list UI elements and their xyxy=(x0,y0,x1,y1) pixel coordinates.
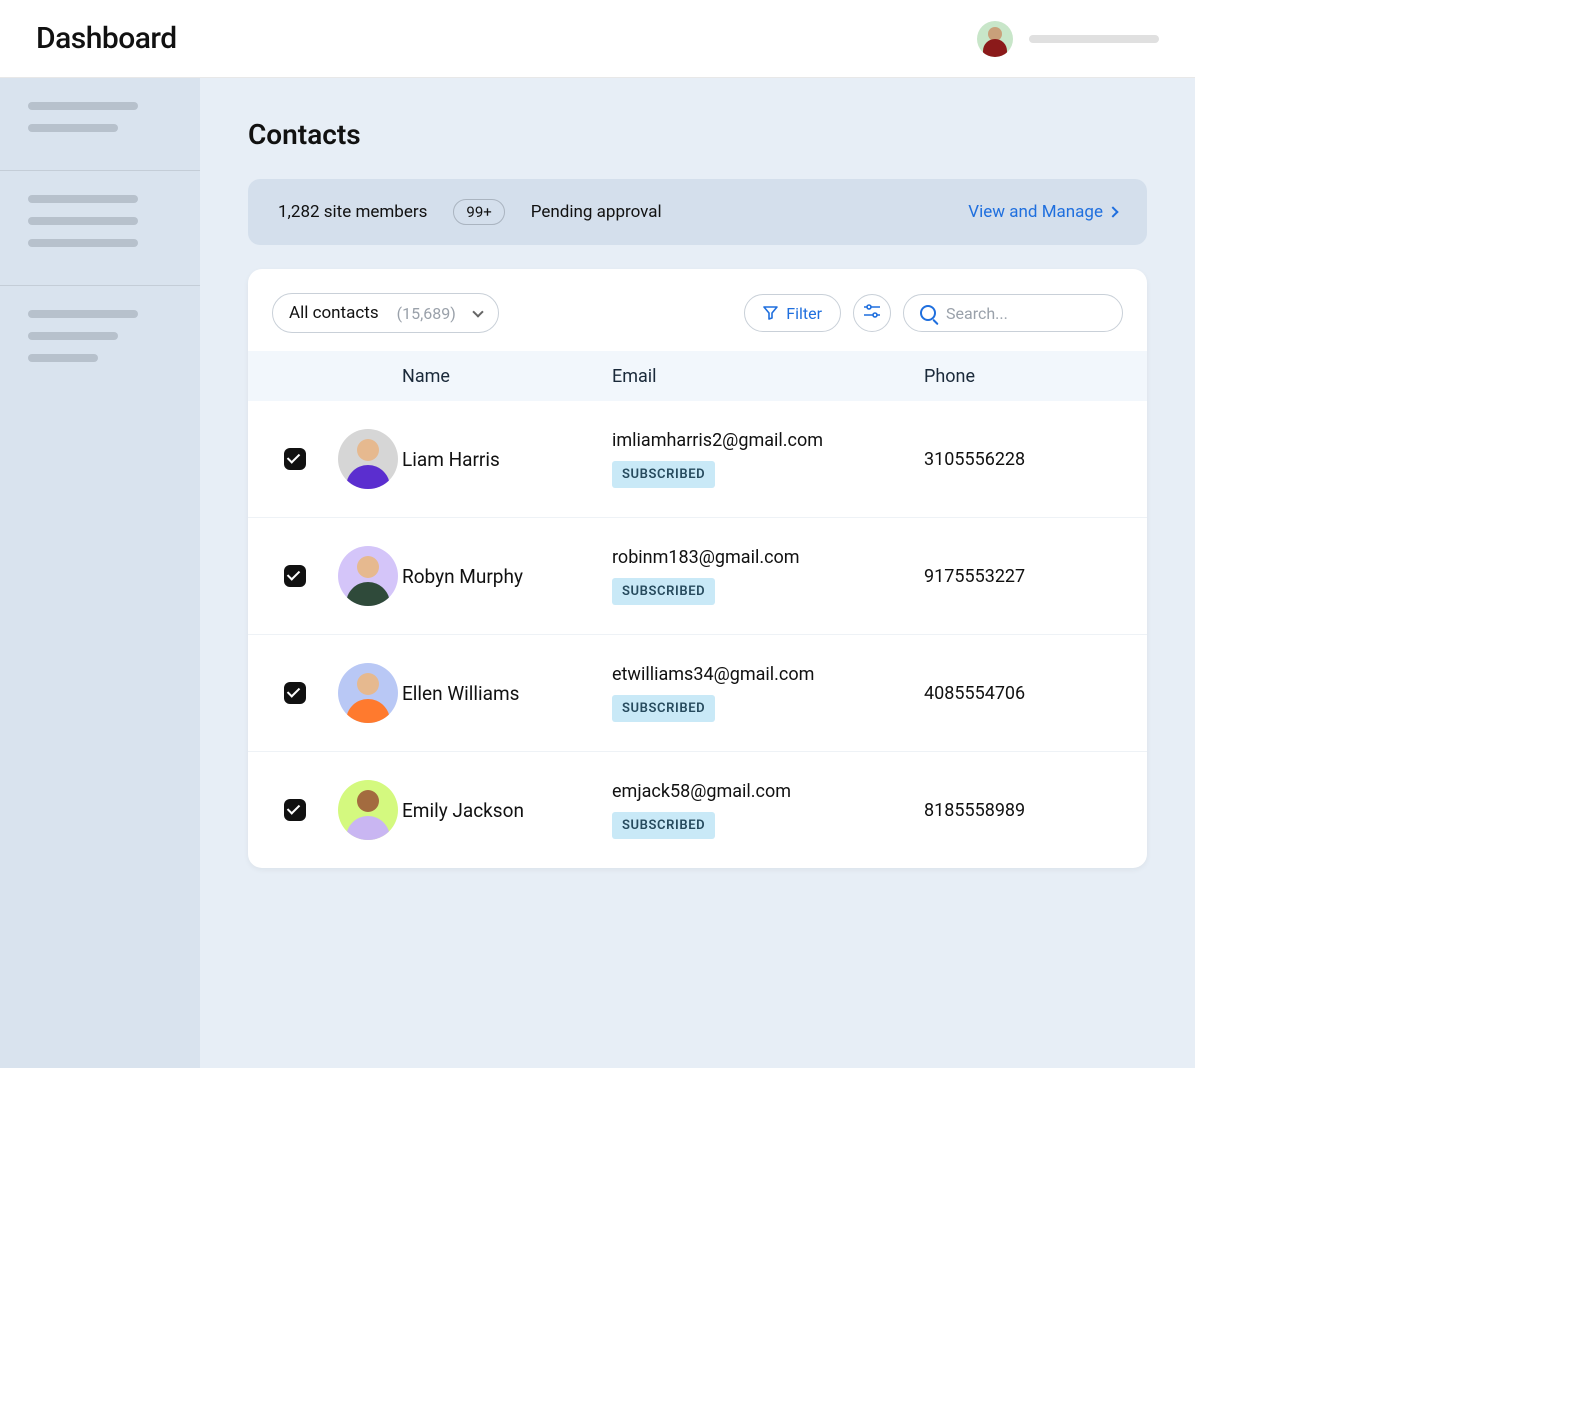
subscribed-badge: SUBSCRIBED xyxy=(612,578,715,605)
sidebar-item-placeholder[interactable] xyxy=(28,195,138,203)
contact-email: robinm183@gmail.com xyxy=(612,547,912,568)
brand-title: Dashboard xyxy=(36,21,177,56)
sidebar-item-placeholder[interactable] xyxy=(28,332,118,340)
chevron-right-icon xyxy=(1107,206,1118,217)
contact-phone: 3105556228 xyxy=(924,449,1147,470)
view-manage-link[interactable]: View and Manage xyxy=(968,202,1117,222)
view-manage-label: View and Manage xyxy=(968,202,1103,222)
contact-name: Emily Jackson xyxy=(402,799,612,822)
contact-phone: 4085554706 xyxy=(924,683,1147,704)
filter-icon xyxy=(763,306,778,320)
user-name-placeholder xyxy=(1029,35,1159,43)
contact-name: Robyn Murphy xyxy=(402,565,612,588)
contact-name: Ellen Williams xyxy=(402,682,612,705)
topbar-right xyxy=(977,21,1159,57)
contact-avatar xyxy=(338,780,398,840)
main: Contacts 1,282 site members 99+ Pending … xyxy=(200,78,1195,1068)
subscribed-badge: SUBSCRIBED xyxy=(612,812,715,839)
search-icon xyxy=(920,305,936,321)
column-header-phone: Phone xyxy=(912,366,1147,387)
contact-avatar xyxy=(338,429,398,489)
filter-label: Filter xyxy=(786,304,822,323)
contact-avatar xyxy=(338,663,398,723)
sidebar-item-placeholder[interactable] xyxy=(28,102,138,110)
contact-avatar xyxy=(338,546,398,606)
sidebar-item-placeholder[interactable] xyxy=(28,124,118,132)
search-input[interactable] xyxy=(946,304,1106,323)
subscribed-badge: SUBSCRIBED xyxy=(612,461,715,488)
table-row[interactable]: Ellen Williamsetwilliams34@gmail.com SUBS… xyxy=(248,634,1147,751)
row-checkbox[interactable] xyxy=(284,682,306,704)
page-title: Contacts xyxy=(248,118,1147,151)
row-checkbox[interactable] xyxy=(284,565,306,587)
sliders-icon xyxy=(864,304,880,322)
contact-phone: 9175553227 xyxy=(924,566,1147,587)
table-row[interactable]: Robyn Murphyrobinm183@gmail.com SUBSCRIBE… xyxy=(248,517,1147,634)
segment-count: (15,689) xyxy=(397,304,456,323)
column-header-name: Name xyxy=(402,366,612,387)
contacts-toolbar: All contacts (15,689) Filter xyxy=(248,269,1147,351)
sidebar-item-placeholder[interactable] xyxy=(28,354,98,362)
user-avatar[interactable] xyxy=(977,21,1013,57)
chevron-down-icon xyxy=(472,306,483,317)
members-banner: 1,282 site members 99+ Pending approval … xyxy=(248,179,1147,245)
contact-email: emjack58@gmail.com xyxy=(612,781,912,802)
pending-count-badge: 99+ xyxy=(453,199,504,225)
contact-phone: 8185558989 xyxy=(924,800,1147,821)
segment-selector[interactable]: All contacts (15,689) xyxy=(272,293,499,333)
sidebar-group-2 xyxy=(0,171,200,286)
contacts-card: All contacts (15,689) Filter xyxy=(248,269,1147,868)
row-checkbox[interactable] xyxy=(284,799,306,821)
sidebar-item-placeholder[interactable] xyxy=(28,239,138,247)
contact-name: Liam Harris xyxy=(402,448,612,471)
pending-approval-label: Pending approval xyxy=(531,202,662,222)
sidebar xyxy=(0,78,200,1068)
sidebar-group-3 xyxy=(0,286,200,400)
sidebar-item-placeholder[interactable] xyxy=(28,217,138,225)
sidebar-group-1 xyxy=(0,78,200,171)
layout: Contacts 1,282 site members 99+ Pending … xyxy=(0,78,1195,1068)
table-row[interactable]: Liam Harrisimliamharris2@gmail.com SUBSCR… xyxy=(248,401,1147,517)
filter-button[interactable]: Filter xyxy=(744,294,841,332)
row-checkbox[interactable] xyxy=(284,448,306,470)
table-body: Liam Harrisimliamharris2@gmail.com SUBSCR… xyxy=(248,401,1147,868)
table-row[interactable]: Emily Jacksonemjack58@gmail.com SUBSCRIBE… xyxy=(248,751,1147,868)
site-members-count: 1,282 site members xyxy=(278,202,427,222)
segment-label: All contacts xyxy=(289,303,379,323)
column-settings-button[interactable] xyxy=(853,294,891,332)
subscribed-badge: SUBSCRIBED xyxy=(612,695,715,722)
topbar: Dashboard xyxy=(0,0,1195,78)
table-header: Name Email Phone xyxy=(248,351,1147,401)
contact-email: imliamharris2@gmail.com xyxy=(612,430,912,451)
search-wrap xyxy=(903,294,1123,332)
sidebar-item-placeholder[interactable] xyxy=(28,310,138,318)
column-header-email: Email xyxy=(612,366,912,387)
contact-email: etwilliams34@gmail.com xyxy=(612,664,912,685)
